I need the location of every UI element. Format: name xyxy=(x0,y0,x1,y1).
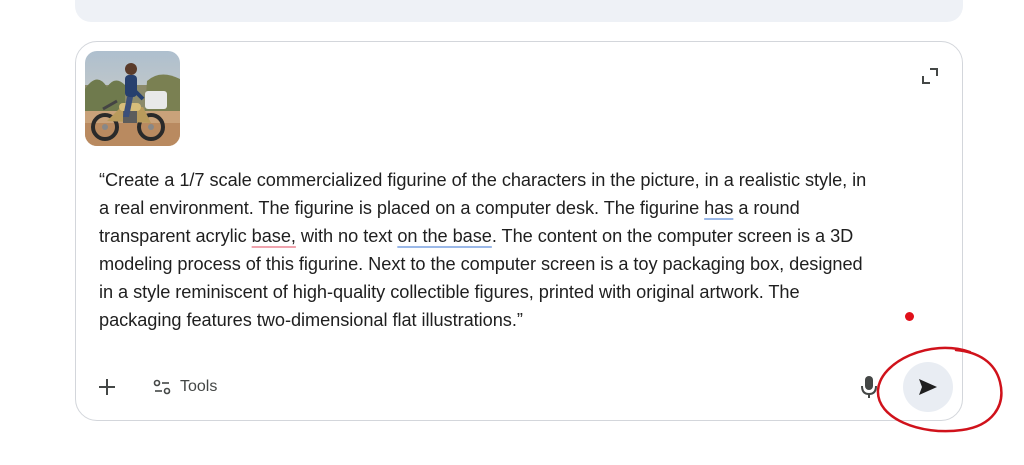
expand-icon[interactable] xyxy=(920,66,940,86)
tools-button[interactable]: Tools xyxy=(152,374,217,400)
prompt-composer: “Create a 1/7 scale commercialized figur… xyxy=(75,41,963,421)
send-button[interactable] xyxy=(903,362,953,412)
motorcycle-photo xyxy=(85,51,180,146)
recording-indicator-dot xyxy=(905,312,914,321)
prompt-line: “Create a 1/7 scale commercialized figur… xyxy=(99,166,921,194)
underlined-text: base, xyxy=(251,226,296,246)
plus-icon[interactable] xyxy=(95,375,119,399)
prompt-text-segment: packaging features two-dimensional flat … xyxy=(99,310,523,330)
prompt-line: transparent acrylic base, with no text o… xyxy=(99,222,921,250)
prompt-input[interactable]: “Create a 1/7 scale commercialized figur… xyxy=(99,166,921,334)
attached-image-thumbnail[interactable] xyxy=(85,51,180,146)
prompt-text-segment: transparent acrylic xyxy=(99,226,252,246)
prompt-text-segment: a round xyxy=(733,198,800,218)
page: “Create a 1/7 scale commercialized figur… xyxy=(0,0,1024,465)
prompt-text-segment: “Create a 1/7 scale commercialized figur… xyxy=(99,170,867,190)
tools-icon xyxy=(153,379,171,395)
prompt-text-segment: modeling process of this figurine. Next … xyxy=(99,254,863,274)
prompt-text-segment: in a style reminiscent of high-quality c… xyxy=(99,282,800,302)
prompt-line: modeling process of this figurine. Next … xyxy=(99,250,921,278)
tools-label: Tools xyxy=(180,378,218,395)
underlined-text: on the base xyxy=(397,226,492,246)
prompt-text-segment: . The content on the computer screen is … xyxy=(491,226,854,246)
prompt-text-segment: a real environment. The figurine is plac… xyxy=(99,198,705,218)
prompt-text-segment: with no text xyxy=(295,226,398,246)
previous-panel xyxy=(75,0,963,22)
prompt-line: a real environment. The figurine is plac… xyxy=(99,194,921,222)
prompt-line: packaging features two-dimensional flat … xyxy=(99,306,921,334)
send-icon xyxy=(919,379,937,395)
underlined-text: has xyxy=(704,198,734,218)
prompt-line: in a style reminiscent of high-quality c… xyxy=(99,278,921,306)
mic-icon[interactable] xyxy=(858,374,880,400)
